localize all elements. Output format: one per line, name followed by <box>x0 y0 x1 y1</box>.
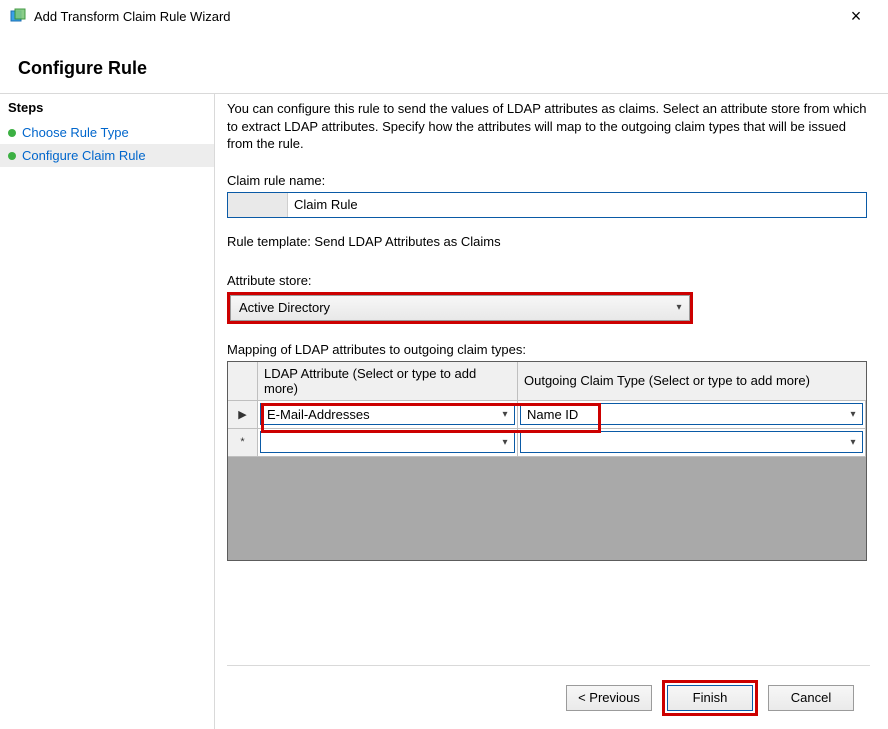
table-row: ▶ E-Mail-Addresses ▾ Name ID ▾ <box>228 401 866 429</box>
content-panel: You can configure this rule to send the … <box>214 93 888 729</box>
chevron-down-icon: ▾ <box>496 437 514 448</box>
outgoing-claim-cell[interactable]: Name ID ▾ <box>518 401 866 429</box>
chevron-down-icon: ▾ <box>496 409 514 420</box>
row-marker[interactable]: ▶ <box>228 401 258 429</box>
step-choose-rule-type[interactable]: Choose Rule Type <box>0 121 214 144</box>
attribute-store-label: Attribute store: <box>227 273 870 288</box>
claim-rule-name-field[interactable] <box>227 192 867 218</box>
chevron-down-icon: ▾ <box>844 409 862 420</box>
finish-button[interactable]: Finish <box>667 685 753 711</box>
steps-title: Steps <box>0 94 214 121</box>
grid-header-row: LDAP Attribute (Select or type to add mo… <box>228 362 866 401</box>
outgoing-claim-header: Outgoing Claim Type (Select or type to a… <box>518 362 866 401</box>
ldap-attribute-header: LDAP Attribute (Select or type to add mo… <box>258 362 518 401</box>
claim-rule-name-label: Claim rule name: <box>227 173 870 188</box>
wizard-icon <box>10 8 26 24</box>
page-heading: Configure Rule <box>0 32 888 93</box>
claim-rule-name-input[interactable] <box>288 193 866 217</box>
outgoing-claim-value: Name ID <box>521 407 844 422</box>
mapping-grid: LDAP Attribute (Select or type to add mo… <box>227 361 867 561</box>
step-label: Configure Claim Rule <box>22 148 146 163</box>
cancel-button[interactable]: Cancel <box>768 685 854 711</box>
step-configure-claim-rule[interactable]: Configure Claim Rule <box>0 144 214 167</box>
ldap-attribute-value: E-Mail-Addresses <box>261 407 496 422</box>
title-bar: Add Transform Claim Rule Wizard × <box>0 0 888 32</box>
row-selector-header <box>228 362 258 401</box>
step-label: Choose Rule Type <box>22 125 129 140</box>
table-row: * ▾ ▾ <box>228 429 866 457</box>
close-icon[interactable]: × <box>834 0 878 32</box>
step-status-icon <box>8 152 16 160</box>
cancel-button-label: Cancel <box>791 690 831 705</box>
rule-template-text: Rule template: Send LDAP Attributes as C… <box>227 234 870 249</box>
ldap-attribute-cell[interactable]: ▾ <box>258 429 518 457</box>
finish-button-label: Finish <box>693 690 728 705</box>
finish-highlight: Finish <box>662 680 758 716</box>
steps-sidebar: Steps Choose Rule Type Configure Claim R… <box>0 93 214 729</box>
chevron-down-icon: ▾ <box>844 437 862 448</box>
attribute-store-value: Active Directory <box>231 300 669 315</box>
window-title: Add Transform Claim Rule Wizard <box>34 9 834 24</box>
description-text: You can configure this rule to send the … <box>227 100 870 153</box>
ldap-attribute-cell[interactable]: E-Mail-Addresses ▾ <box>258 401 518 429</box>
step-status-icon <box>8 129 16 137</box>
wizard-footer: < Previous Finish Cancel <box>227 665 870 729</box>
attribute-store-highlight: Active Directory ▾ <box>227 292 693 324</box>
outgoing-claim-cell[interactable]: ▾ <box>518 429 866 457</box>
mapping-label: Mapping of LDAP attributes to outgoing c… <box>227 342 870 357</box>
attribute-store-combo[interactable]: Active Directory ▾ <box>230 295 690 321</box>
previous-button[interactable]: < Previous <box>566 685 652 711</box>
previous-button-label: < Previous <box>578 690 640 705</box>
chevron-down-icon: ▾ <box>669 302 689 313</box>
row-marker[interactable]: * <box>228 429 258 457</box>
field-prefix-gray <box>228 193 288 217</box>
